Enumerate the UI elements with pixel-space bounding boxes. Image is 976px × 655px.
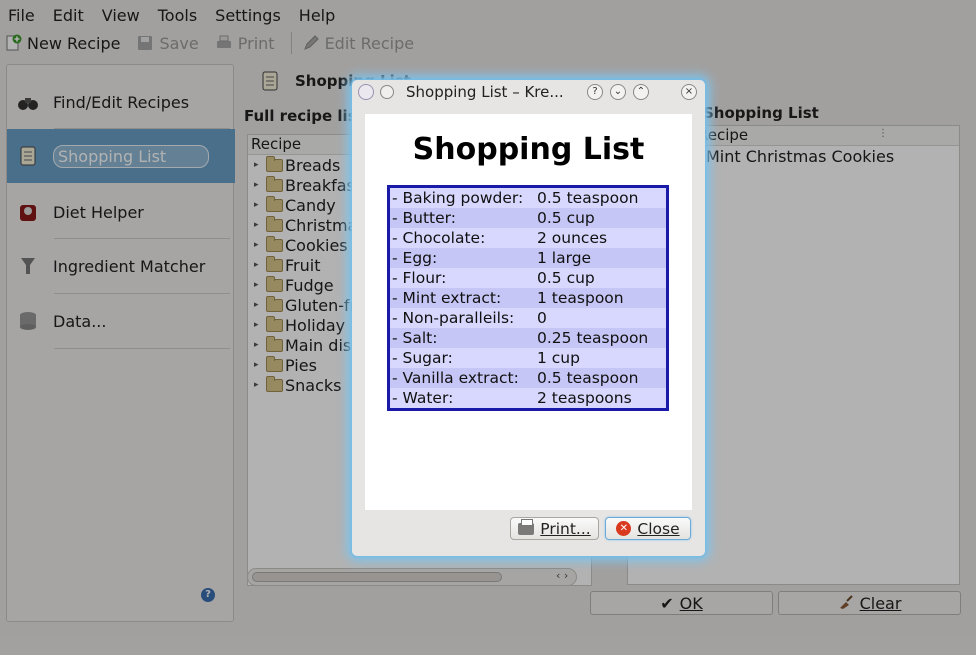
maximize-icon[interactable]: ⌃ — [633, 84, 649, 100]
ingredient-name: - Chocolate: — [392, 229, 486, 247]
ingredient-quantity: 1 large — [537, 249, 592, 267]
table-row: - Vanilla extract: 0.5 teaspoon — [390, 368, 666, 388]
ingredient-name: - Baking powder: — [392, 189, 524, 207]
ingredient-name: - Flour: — [392, 269, 447, 287]
table-row: - Mint extract: 1 teaspoon — [390, 288, 666, 308]
ingredients-table: - Baking powder: 0.5 teaspoon - Butter: 0.5… — [387, 185, 669, 411]
ingredient-name: - Vanilla extract: — [392, 369, 519, 387]
ingredient-quantity: 1 teaspoon — [537, 289, 624, 307]
table-row: - Butter: 0.5 cup — [390, 208, 666, 228]
shopping-list-view: Shopping List - Baking powder: 0.5 teaspo… — [365, 114, 692, 510]
table-row: - Chocolate: 2 ounces — [390, 228, 666, 248]
ingredient-name: - Water: — [392, 389, 454, 407]
table-row: - Non-paralleils: 0 — [390, 308, 666, 328]
table-row: - Egg: 1 large — [390, 248, 666, 268]
ingredient-name: - Sugar: — [392, 349, 453, 367]
ingredient-quantity: 2 ounces — [537, 229, 608, 247]
shopping-list-dialog: Shopping List – Kre... ? ⌄ ⌃ × Shopping … — [352, 80, 705, 556]
close-icon[interactable]: × — [681, 84, 697, 100]
close-circle-icon: ✕ — [616, 521, 632, 536]
ingredient-quantity: 0.5 teaspoon — [537, 189, 639, 207]
ingredient-quantity: 0.5 cup — [537, 209, 595, 227]
ingredient-quantity: 0.5 cup — [537, 269, 595, 287]
table-row: - Flour: 0.5 cup — [390, 268, 666, 288]
ingredient-quantity: 2 teaspoons — [537, 389, 632, 407]
dialog-titlebar[interactable]: Shopping List – Kre... ? ⌄ ⌃ × — [352, 80, 705, 104]
help-icon[interactable]: ? — [587, 84, 603, 100]
ingredient-quantity: 1 cup — [537, 349, 580, 367]
ingredient-name: - Butter: — [392, 209, 456, 227]
shopping-list-heading: Shopping List — [412, 132, 645, 167]
dialog-title: Shopping List – Kre... — [406, 83, 564, 101]
minimize-icon[interactable]: ⌄ — [610, 84, 626, 100]
close-button[interactable]: ✕ Close — [605, 517, 691, 540]
ingredient-name: - Non-paralleils: — [392, 309, 515, 327]
table-row: - Sugar: 1 cup — [390, 348, 666, 368]
print-button[interactable]: Print... — [510, 517, 599, 540]
table-row: - Salt: 0.25 teaspoon — [390, 328, 666, 348]
ingredient-quantity: 0 — [537, 309, 547, 327]
printer-icon — [518, 518, 535, 535]
ingredient-name: - Salt: — [392, 329, 438, 347]
window-menu-icon[interactable] — [380, 85, 394, 99]
app-icon[interactable] — [358, 84, 374, 100]
ingredient-name: - Egg: — [392, 249, 438, 267]
ingredient-name: - Mint extract: — [392, 289, 502, 307]
print-label: Print... — [540, 519, 591, 538]
ingredient-quantity: 0.25 teaspoon — [537, 329, 649, 347]
ingredient-quantity: 0.5 teaspoon — [537, 369, 639, 387]
table-row: - Water: 2 teaspoons — [390, 388, 666, 408]
table-row: - Baking powder: 0.5 teaspoon — [390, 188, 666, 208]
close-label: Close — [637, 519, 680, 538]
